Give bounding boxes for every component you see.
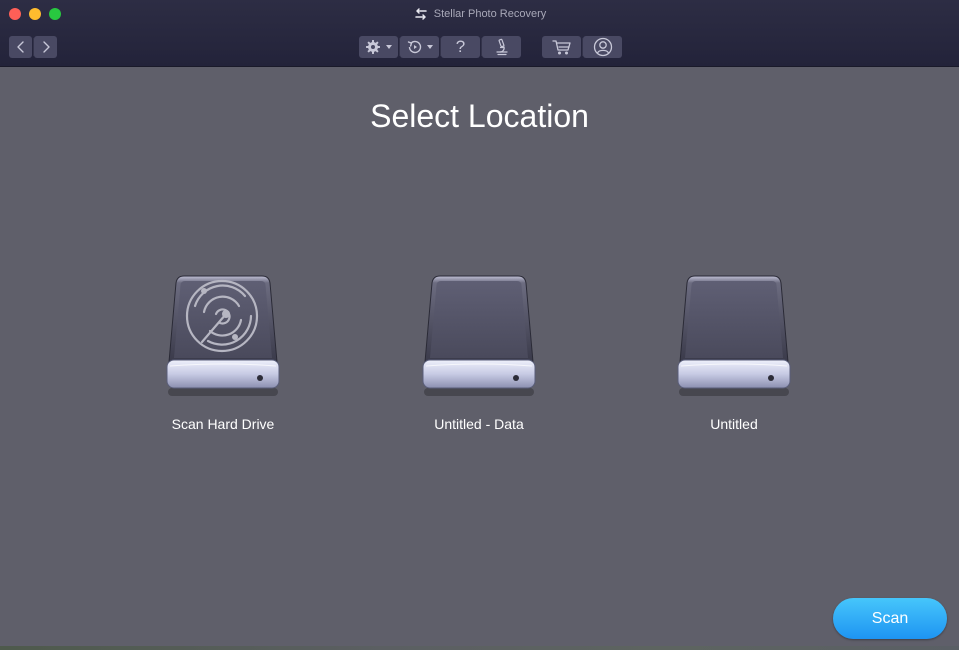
history-menu-button[interactable] [400,36,439,58]
radar-icon [166,275,280,396]
stellar-logo-icon [415,8,427,20]
scan-button[interactable]: Scan [833,598,947,639]
back-icon [16,41,24,53]
back-button[interactable] [9,36,32,58]
chevron-down-icon [385,45,392,49]
drive-tile-untitled[interactable]: Untitled [664,270,804,440]
drive-label: Untitled - Data [434,416,524,432]
chevron-down-icon [426,45,433,49]
drive-label: Scan Hard Drive [171,416,275,432]
cart-icon [551,39,571,54]
settings-menu-button[interactable] [359,36,398,58]
microscope-icon [495,38,508,56]
drive-tile-untitled-data[interactable]: Untitled - Data [409,270,549,440]
title-bar: Stellar Photo Recovery ? [0,0,959,67]
hard-drive-icon [422,275,536,396]
forward-button[interactable] [34,36,57,58]
history-icon [407,40,421,54]
forward-icon [42,41,50,53]
drive-tile-scan-hard-drive[interactable]: Scan Hard Drive [153,270,293,440]
app-title-text: Stellar Photo Recovery [433,8,547,20]
hard-drive-icon [677,275,791,396]
page-title: Select Location [370,98,589,134]
cart-button[interactable] [542,36,581,58]
user-icon [593,37,612,57]
microscope-button[interactable] [482,36,521,58]
desktop-strip [0,646,959,650]
help-button[interactable]: ? [441,36,480,58]
drive-label: Untitled [710,416,758,432]
help-icon: ? [455,37,466,56]
app-window: Stellar Photo Recovery ? Select Location… [0,0,959,650]
window-title: Stellar Photo Recovery [0,0,959,28]
gear-icon [365,40,380,54]
account-button[interactable] [583,36,622,58]
